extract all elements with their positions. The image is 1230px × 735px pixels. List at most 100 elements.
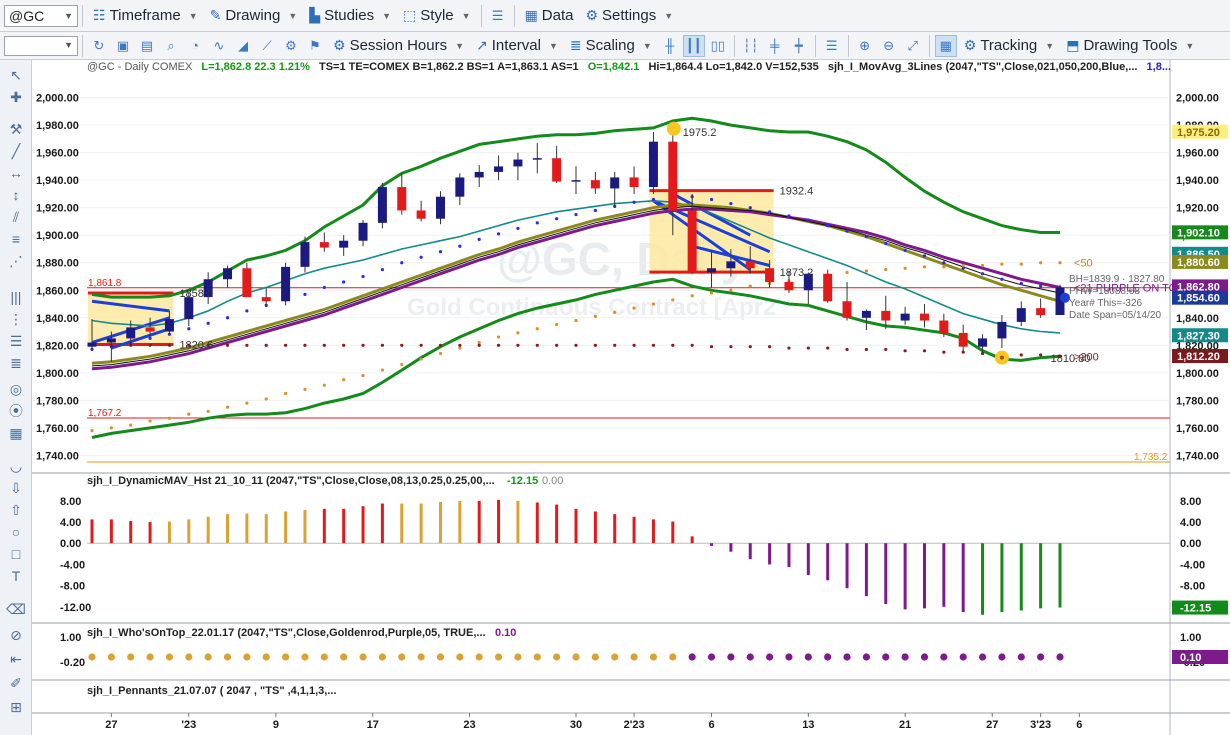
data-menu[interactable]: ▦ Data: [519, 0, 580, 31]
parallel-lines-icon[interactable]: ≡: [5, 228, 27, 250]
style-menu[interactable]: ⬚ Style ▼: [397, 0, 477, 31]
sar-dot-maroon: [690, 343, 694, 347]
refresh-icon[interactable]: ↻: [88, 35, 110, 57]
toolbar-divider: [814, 34, 816, 57]
who-on-top-dot: [262, 653, 270, 661]
gann-icon[interactable]: ▦: [5, 422, 27, 444]
gear-icon: ⚙: [585, 7, 599, 23]
session-hours-menu[interactable]: ⚙ Session Hours ▼: [327, 32, 470, 59]
toolbar-divider: [480, 4, 482, 27]
chart-settings-icon[interactable]: ⚙: [280, 35, 302, 57]
trendline-icon[interactable]: ╱: [5, 140, 27, 162]
sar-dot-maroon: [167, 343, 172, 347]
sar-dot-blue: [225, 316, 230, 320]
chart-canvas[interactable]: @GC, Daily Gold Continuous Contract [Apr…: [32, 60, 1230, 735]
sar-dot-blue: [709, 197, 714, 202]
fan-icon[interactable]: ⋰: [5, 250, 27, 272]
target-icon[interactable]: ◎: [5, 378, 27, 400]
fib-extension-icon[interactable]: ☰: [5, 330, 27, 352]
tracking-menu[interactable]: ⚙ Tracking ▼: [958, 32, 1060, 59]
chevron-down-icon: ▼: [1185, 40, 1195, 51]
zoom-icon[interactable]: ⌕: [160, 35, 182, 57]
panes-icon[interactable]: ☰: [821, 35, 843, 57]
panes-icon[interactable]: ☰: [487, 5, 509, 27]
image-icon[interactable]: ▣: [112, 35, 134, 57]
timeframe-menu[interactable]: ☷ Timeframe ▼: [87, 0, 204, 31]
grid-icon[interactable]: ▦: [934, 34, 957, 57]
flag-icon[interactable]: ⚑: [304, 35, 326, 57]
interval-input[interactable]: ▼: [4, 35, 78, 56]
chevron-down-icon: ▼: [1045, 40, 1055, 51]
who-on-top-dot: [901, 653, 909, 661]
price-tick-right: 1,740.00: [1176, 450, 1219, 462]
arc-icon[interactable]: ◡: [5, 455, 27, 477]
drawing-menu[interactable]: ✎ Drawing ▼: [204, 0, 304, 31]
arrow-up-icon[interactable]: ⇧: [5, 499, 27, 521]
studies-label: Studies: [324, 7, 375, 24]
interval-label: Interval: [491, 37, 541, 54]
who-on-top-dot: [998, 653, 1006, 661]
vertical-arrows-icon[interactable]: ↕: [5, 184, 27, 206]
candle-body: [319, 242, 329, 248]
who-on-top-dot: [978, 653, 987, 661]
chart-area[interactable]: @GC, Daily Gold Continuous Contract [Apr…: [32, 60, 1230, 735]
settings-menu[interactable]: ⚙ Settings ▼: [579, 0, 679, 31]
studies-icon: ▙: [309, 7, 321, 23]
image-alt-icon[interactable]: ▤: [136, 35, 158, 57]
price-tick-left: 1,820.00: [36, 340, 79, 352]
bar-chart-icon[interactable]: ╫: [659, 35, 681, 57]
wrench-icon[interactable]: ⚒: [5, 118, 27, 140]
sar-dot-orange: [709, 291, 714, 295]
fit-icon[interactable]: ⤢: [902, 35, 924, 57]
channel-icon[interactable]: ⫽: [5, 206, 27, 228]
crosshair-icon[interactable]: ✚: [5, 86, 27, 108]
price-tick-right: 1,920.00: [1176, 203, 1219, 215]
gauge-icon[interactable]: ◔: [184, 35, 206, 57]
sar-dot-maroon: [884, 347, 888, 352]
hollow-candle-icon[interactable]: ▯▯: [707, 35, 729, 57]
arrow-down-icon[interactable]: ⇩: [5, 477, 27, 499]
eraser-icon[interactable]: ⌫: [5, 598, 27, 620]
wave-icon[interactable]: ∿: [208, 35, 230, 57]
price-annotation: 1820.6: [179, 339, 213, 351]
candle-body: [648, 141, 658, 188]
drawing-tools-sidebar: ↖ ✚ ⚒ ╱ ↔ ↕ ⫽ ≡ ⋰ ||| ⋮ ☰ ≣ ◎ ⦿ ▦ ◡ ⇩ ⇧ …: [0, 60, 32, 735]
candlestick-icon[interactable]: ┃┃: [682, 34, 705, 57]
price-tick-left: 1,860.00: [36, 285, 79, 297]
vertical-lines-icon[interactable]: |||: [5, 286, 27, 308]
histogram-icon[interactable]: ┿: [788, 35, 810, 57]
scaling-menu[interactable]: ≣ Scaling ▼: [564, 32, 658, 59]
ellipse-icon[interactable]: ○: [5, 521, 27, 543]
fib-levels-icon[interactable]: ≣: [5, 352, 27, 374]
collapse-icon[interactable]: ⇤: [5, 648, 27, 670]
candle-body: [435, 196, 445, 219]
line-chart-icon[interactable]: ⟋: [256, 35, 278, 57]
candle-body: [145, 327, 155, 332]
fibonacci-icon[interactable]: ⋮: [5, 308, 27, 330]
volume-bars-icon[interactable]: ┆┆: [740, 35, 762, 57]
clock-icon: ⚙: [333, 37, 346, 53]
zoom-out-icon[interactable]: ⊖: [878, 35, 900, 57]
edit-icon[interactable]: ✐: [5, 672, 27, 694]
horizontal-arrows-icon[interactable]: ↔: [5, 162, 27, 184]
rectangle-icon[interactable]: □: [5, 543, 27, 565]
sar-dot-orange: [458, 346, 462, 350]
volume-icon[interactable]: ╪: [764, 35, 786, 57]
symbol-selector[interactable]: @GC ▼: [4, 4, 78, 27]
interval-menu[interactable]: ↗ Interval ▼: [470, 32, 564, 59]
panel1-tick-left: 0.00: [60, 538, 81, 550]
delete-icon[interactable]: ⊘: [5, 624, 27, 646]
studies-menu[interactable]: ▙ Studies ▼: [303, 0, 397, 31]
text-icon[interactable]: T: [5, 565, 27, 587]
sar-dot-maroon: [148, 343, 152, 347]
area-chart-icon[interactable]: ◢: [232, 35, 254, 57]
sar-dot-orange: [167, 416, 172, 420]
cycle-icon[interactable]: ⦿: [5, 400, 27, 422]
zoom-in-icon[interactable]: ⊕: [854, 35, 876, 57]
sar-dot-orange: [264, 397, 268, 401]
pointer-icon[interactable]: ↖: [5, 64, 27, 86]
drawing-tools-menu[interactable]: ⬒ Drawing Tools ▼: [1060, 32, 1200, 59]
lock-icon[interactable]: ⊞: [5, 696, 27, 718]
who-on-top-dot: [1056, 653, 1064, 661]
sar-dot-blue: [1019, 281, 1023, 285]
